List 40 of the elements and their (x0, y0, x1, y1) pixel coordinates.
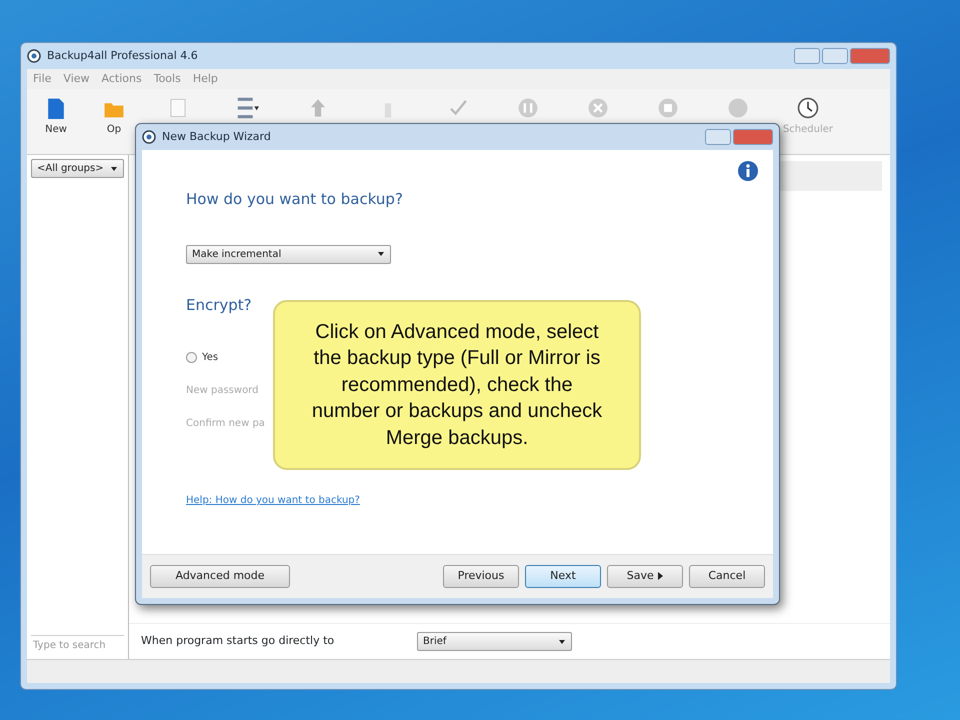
group-dropdown[interactable]: <All groups> (31, 159, 124, 178)
startup-dropdown[interactable]: Brief (417, 632, 572, 651)
wizard-button[interactable]: Cancel (689, 565, 765, 588)
toolbar-button[interactable]: Op (85, 89, 143, 140)
app-logo-icon (27, 48, 41, 63)
wizard-button[interactable]: Advanced mode (150, 565, 290, 588)
line-style-icon (237, 97, 259, 119)
instruction-callout: Click on Advanced mode, select the backup type (Full or Mirror is recommended), check the number or backups and uncheck Merge backups. (273, 300, 641, 470)
section-heading: Encrypt? (186, 294, 253, 316)
wizard-button[interactable]: Save (607, 565, 683, 588)
wizard-button[interactable]: Next (525, 565, 601, 588)
minimize-button[interactable] (794, 48, 820, 64)
field-label: Confirm new pa (186, 417, 265, 431)
close-button[interactable] (850, 48, 890, 64)
setting-label: When program starts go directly to (141, 633, 336, 650)
dialog-title: New Backup Wizard (162, 128, 271, 145)
section-heading: How do you want to backup? (186, 189, 404, 210)
dropdown-arrow-icon (110, 166, 118, 172)
cancel-icon (587, 97, 609, 119)
radio-option[interactable]: Yes (186, 350, 218, 365)
dropdown-arrow-icon (558, 638, 566, 644)
maximize-button[interactable] (822, 48, 848, 64)
dropdown-arrow-icon (377, 251, 385, 257)
window-title: Backup4all Professional 4.6 (47, 48, 198, 64)
backup-type-dropdown[interactable]: Make incremental (186, 244, 391, 264)
maximize-button[interactable] (705, 129, 731, 145)
help-link[interactable]: Help: How do you want to backup? (186, 493, 360, 508)
pause-icon (517, 97, 539, 119)
info-icon (737, 160, 759, 182)
close-button[interactable] (733, 129, 773, 145)
option-label: Yes (202, 351, 218, 365)
app-logo-icon (142, 130, 156, 144)
clock-icon (797, 97, 819, 119)
arrow-icon (657, 572, 664, 580)
document-icon (45, 97, 67, 119)
wizard-button[interactable]: Previous (443, 565, 519, 588)
field-label: New password (186, 384, 258, 398)
stop-icon (657, 97, 679, 119)
radio-button[interactable] (186, 352, 197, 363)
toolbar-button[interactable]: New (27, 89, 85, 140)
